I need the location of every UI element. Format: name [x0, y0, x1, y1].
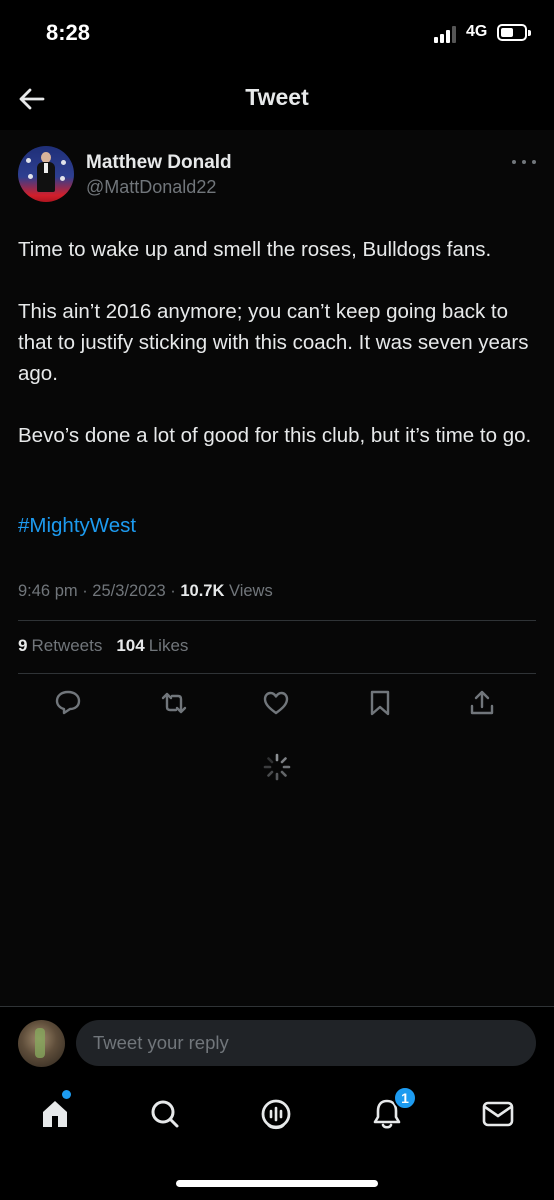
messages-icon[interactable] [478, 1094, 518, 1134]
tweet-text: Time to wake up and smell the roses, Bul… [18, 234, 538, 482]
tweet-date: 25/3/2023 [92, 582, 166, 600]
engagement-stats: 9 Retweets 104 Likes [18, 636, 188, 656]
more-options-icon[interactable] [512, 158, 536, 166]
retweets-stat[interactable]: 9 Retweets [18, 636, 102, 655]
tweet-paragraph: Time to wake up and smell the roses, Bul… [18, 238, 492, 261]
views-label: Views [229, 582, 273, 600]
meta-separator: · [165, 582, 181, 600]
retweets-label: Retweets [31, 636, 103, 655]
tweet-metadata: 9:46 pm · 25/3/2023 · 10.7K Views [18, 582, 273, 601]
likes-label: Likes [148, 636, 189, 655]
spaces-icon[interactable] [256, 1094, 296, 1134]
author-avatar[interactable] [18, 146, 74, 202]
battery-icon [497, 24, 531, 41]
retweet-icon[interactable] [159, 688, 189, 718]
tweet-paragraph: This ain’t 2016 anymore; you can’t keep … [18, 300, 529, 385]
home-icon[interactable] [35, 1094, 75, 1134]
notifications-badge: 1 [393, 1086, 417, 1110]
network-type: 4G [466, 23, 488, 40]
reply-composer [0, 1006, 554, 1078]
share-icon[interactable] [467, 688, 497, 718]
search-icon[interactable] [145, 1094, 185, 1134]
divider [18, 673, 536, 674]
bookmark-icon[interactable] [365, 688, 395, 718]
header: Tweet [0, 68, 554, 130]
status-time: 8:28 [46, 20, 91, 45]
home-indicator[interactable] [176, 1180, 378, 1187]
hashtag-link[interactable]: #MightyWest [18, 514, 136, 538]
views-count[interactable]: 10.7K [180, 582, 224, 600]
user-avatar[interactable] [18, 1020, 65, 1067]
bottom-tab-bar: 1 [0, 1078, 554, 1200]
divider [18, 620, 536, 621]
like-icon[interactable] [261, 688, 291, 718]
tweet-paragraph: Bevo’s done a lot of good for this club,… [18, 424, 532, 447]
tweet-detail: Matthew Donald @MattDonald22 Time to wak… [0, 130, 554, 1006]
meta-separator: · [77, 582, 93, 600]
likes-stat[interactable]: 104 Likes [116, 636, 188, 655]
cellular-signal-icon [434, 25, 460, 43]
loading-spinner-icon [263, 753, 291, 781]
reply-input[interactable] [76, 1020, 536, 1066]
tweet-time: 9:46 pm [18, 582, 78, 600]
page-title: Tweet [245, 84, 309, 110]
likes-count: 104 [116, 636, 145, 655]
reply-icon[interactable] [53, 688, 83, 718]
author-name[interactable]: Matthew Donald [86, 152, 232, 174]
retweets-count: 9 [18, 636, 28, 655]
status-bar: 8:28 4G [0, 0, 554, 68]
home-new-content-dot [62, 1090, 71, 1099]
author-handle[interactable]: @MattDonald22 [86, 177, 216, 198]
